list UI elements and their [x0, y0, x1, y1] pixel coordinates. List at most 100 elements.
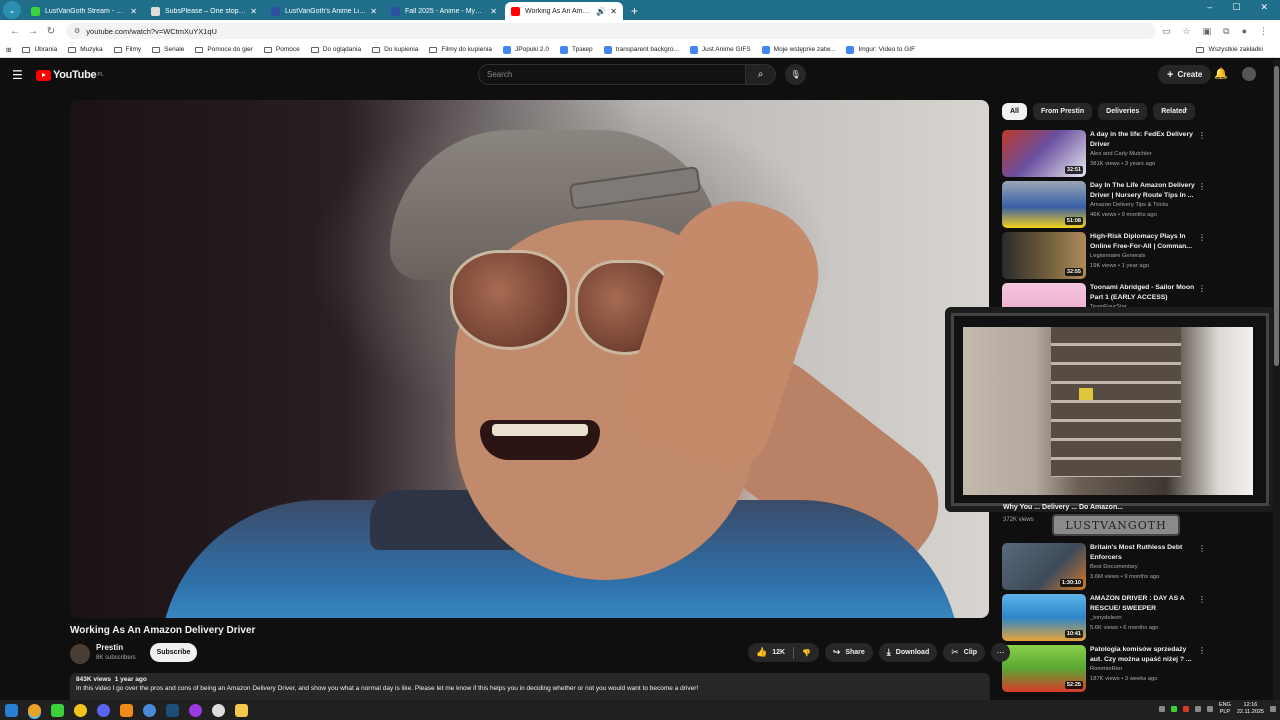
tray-icon[interactable]: [1182, 706, 1189, 712]
windows-start-icon[interactable]: [5, 703, 18, 717]
bookmark-folder[interactable]: Do kupienia: [372, 46, 418, 53]
chrome-icon[interactable]: [28, 703, 41, 717]
chip-from-channel[interactable]: From Prestin: [1032, 103, 1093, 120]
more-actions-icon[interactable]: ⋮: [1198, 182, 1206, 191]
bookmark-link[interactable]: Трэкер: [559, 45, 593, 54]
video-thumbnail[interactable]: 10:41: [1002, 594, 1086, 641]
video-thumbnail[interactable]: 52:25: [1002, 645, 1086, 692]
bookmark-folder[interactable]: Seriale: [152, 46, 184, 53]
wifi-icon[interactable]: [1194, 706, 1201, 712]
all-bookmarks[interactable]: Wszystkie zakładki: [1196, 46, 1263, 53]
browser-tab[interactable]: LustVanGoth Stream - Watch L✕: [25, 2, 143, 20]
bookmark-link[interactable]: Imgur: Video to GIF: [846, 45, 915, 54]
subscribe-button[interactable]: Subscribe: [150, 643, 197, 662]
more-actions-button[interactable]: ⋯: [991, 643, 1011, 662]
url-input[interactable]: ⚙ youtube.com/watch?v=WCtmXuYX1qU: [66, 23, 1157, 39]
site-info-icon[interactable]: ⚙: [74, 27, 80, 35]
back-icon[interactable]: ←: [6, 26, 24, 37]
more-actions-icon[interactable]: ⋮: [1198, 595, 1206, 604]
chip-deliveries[interactable]: Deliveries: [1098, 103, 1148, 120]
search-button[interactable]: ⌕: [746, 64, 776, 85]
cast-icon[interactable]: ▭: [1162, 26, 1171, 37]
bookmark-link[interactable]: transparent backgro...: [603, 45, 679, 54]
new-tab-button[interactable]: +: [631, 4, 638, 18]
volume-icon[interactable]: [1206, 706, 1213, 712]
create-button[interactable]: + Create: [1158, 65, 1212, 84]
apps-icon[interactable]: ⊞: [6, 46, 11, 54]
recommendation-item[interactable]: 32:55 High-Risk Diplomacy Plays In Onlin…: [1002, 232, 1207, 280]
kick-app-icon[interactable]: [51, 703, 64, 717]
tab-close-icon[interactable]: ✕: [250, 7, 257, 16]
voice-search-button[interactable]: 🎙: [785, 64, 806, 85]
video-player[interactable]: [70, 100, 989, 618]
bookmark-link[interactable]: Moje wstępnie zatw...: [761, 45, 835, 54]
extension-icon[interactable]: ▣: [1203, 26, 1212, 37]
chip-all[interactable]: All: [1002, 103, 1027, 120]
recommendation-item[interactable]: 52:25 Patologia komisów sprzedaży aut. C…: [1002, 645, 1207, 693]
close-window-icon[interactable]: ✕: [1260, 2, 1268, 13]
more-actions-icon[interactable]: ⋮: [1198, 284, 1206, 293]
chevron-right-icon[interactable]: ›: [1184, 104, 1187, 115]
more-actions-icon[interactable]: ⋮: [1198, 233, 1206, 242]
recommendation-item[interactable]: 1:30:10 Britain's Most Ruthless Debt Enf…: [1002, 543, 1207, 591]
bookmark-folder[interactable]: Ubrania: [22, 46, 57, 53]
obs-icon[interactable]: [212, 703, 225, 717]
notifications-bell-icon[interactable]: 🔔: [1214, 67, 1228, 80]
video-thumbnail[interactable]: 51:08: [1002, 181, 1086, 228]
bookmark-link[interactable]: Just Anime GIFS: [689, 45, 751, 54]
menu-icon[interactable]: ☰: [12, 68, 24, 82]
video-thumbnail[interactable]: 1:30:10: [1002, 543, 1086, 590]
recommendation-item[interactable]: 32:51 A day in the life: FedEx Delivery …: [1002, 130, 1207, 178]
bookmark-link[interactable]: JPopuki 2.0: [503, 45, 549, 54]
scrollbar-thumb[interactable]: [1274, 66, 1279, 366]
video-thumbnail[interactable]: 32:51: [1002, 130, 1086, 177]
bookmark-folder[interactable]: Pomoce do gier: [195, 46, 253, 53]
youtube-logo[interactable]: YouTube PL: [36, 69, 103, 81]
keyboard-language[interactable]: ENG PLP: [1219, 702, 1231, 716]
more-actions-icon[interactable]: ⋮: [1198, 131, 1206, 140]
bookmark-folder[interactable]: Filmy: [113, 46, 141, 53]
recommendation-item[interactable]: 10:41 AMAZON DRIVER : DAY AS A RESCUE/ S…: [1002, 594, 1207, 642]
profile-icon[interactable]: ●: [1242, 26, 1247, 37]
more-actions-icon[interactable]: ⋮: [1198, 646, 1206, 655]
app-icon[interactable]: [143, 703, 156, 717]
chip-related[interactable]: Related: [1153, 103, 1195, 120]
tab-close-icon[interactable]: ✕: [370, 7, 377, 16]
channel-avatar[interactable]: [70, 644, 90, 664]
tab-close-icon[interactable]: ✕: [610, 7, 617, 16]
reload-icon[interactable]: ↻: [42, 26, 60, 37]
file-explorer-icon[interactable]: [235, 703, 248, 717]
download-button[interactable]: ⤓ Download: [878, 643, 938, 662]
discord-icon[interactable]: [97, 703, 110, 717]
bookmark-folder[interactable]: Do oglądania: [310, 46, 361, 53]
browser-tab[interactable]: SubsPlease – One stop shop fo✕: [145, 2, 263, 20]
speaker-icon[interactable]: 🔊: [596, 7, 606, 16]
tray-icon[interactable]: [1170, 706, 1177, 712]
notifications-icon[interactable]: [1270, 706, 1276, 712]
bookmark-folder[interactable]: Muzyka: [68, 46, 103, 53]
account-avatar[interactable]: [1242, 67, 1256, 81]
share-button[interactable]: ↪ Share: [824, 643, 873, 662]
clip-button[interactable]: ✂ Clip: [943, 643, 986, 662]
forward-icon[interactable]: →: [24, 26, 42, 37]
steam-icon[interactable]: [166, 703, 179, 717]
more-actions-icon[interactable]: ⋮: [1198, 544, 1206, 553]
video-thumbnail[interactable]: 32:55: [1002, 232, 1086, 279]
tray-icon[interactable]: [1158, 706, 1165, 712]
puzzle-icon[interactable]: ⧉: [1223, 26, 1229, 37]
minimize-icon[interactable]: –: [1207, 2, 1212, 13]
tab-close-icon[interactable]: ✕: [490, 7, 497, 16]
recommendation-item[interactable]: 51:08 Day In The Life Amazon Delivery Dr…: [1002, 181, 1207, 229]
maximize-icon[interactable]: ☐: [1232, 2, 1240, 13]
vlc-icon[interactable]: [120, 703, 133, 717]
tab-search-button[interactable]: ⌄: [3, 1, 21, 19]
search-input[interactable]: Search: [478, 64, 746, 85]
browser-tab[interactable]: LustVanGoth's Anime List - My✕: [265, 2, 383, 20]
bookmark-folder[interactable]: Filmy do kupienia: [429, 46, 492, 53]
browser-tab[interactable]: Fall 2025 - Anime - MyAnimeLi✕: [385, 2, 503, 20]
bookmark-folder[interactable]: Pomoce: [263, 46, 300, 53]
description-box[interactable]: 843K views 1 year ago In this video I go…: [70, 673, 990, 700]
app-icon[interactable]: [189, 703, 202, 717]
browser-tab-active[interactable]: Working As An Amazon Deli🔊✕: [505, 2, 623, 20]
clock[interactable]: 12:16 22.11.2025: [1237, 702, 1264, 716]
